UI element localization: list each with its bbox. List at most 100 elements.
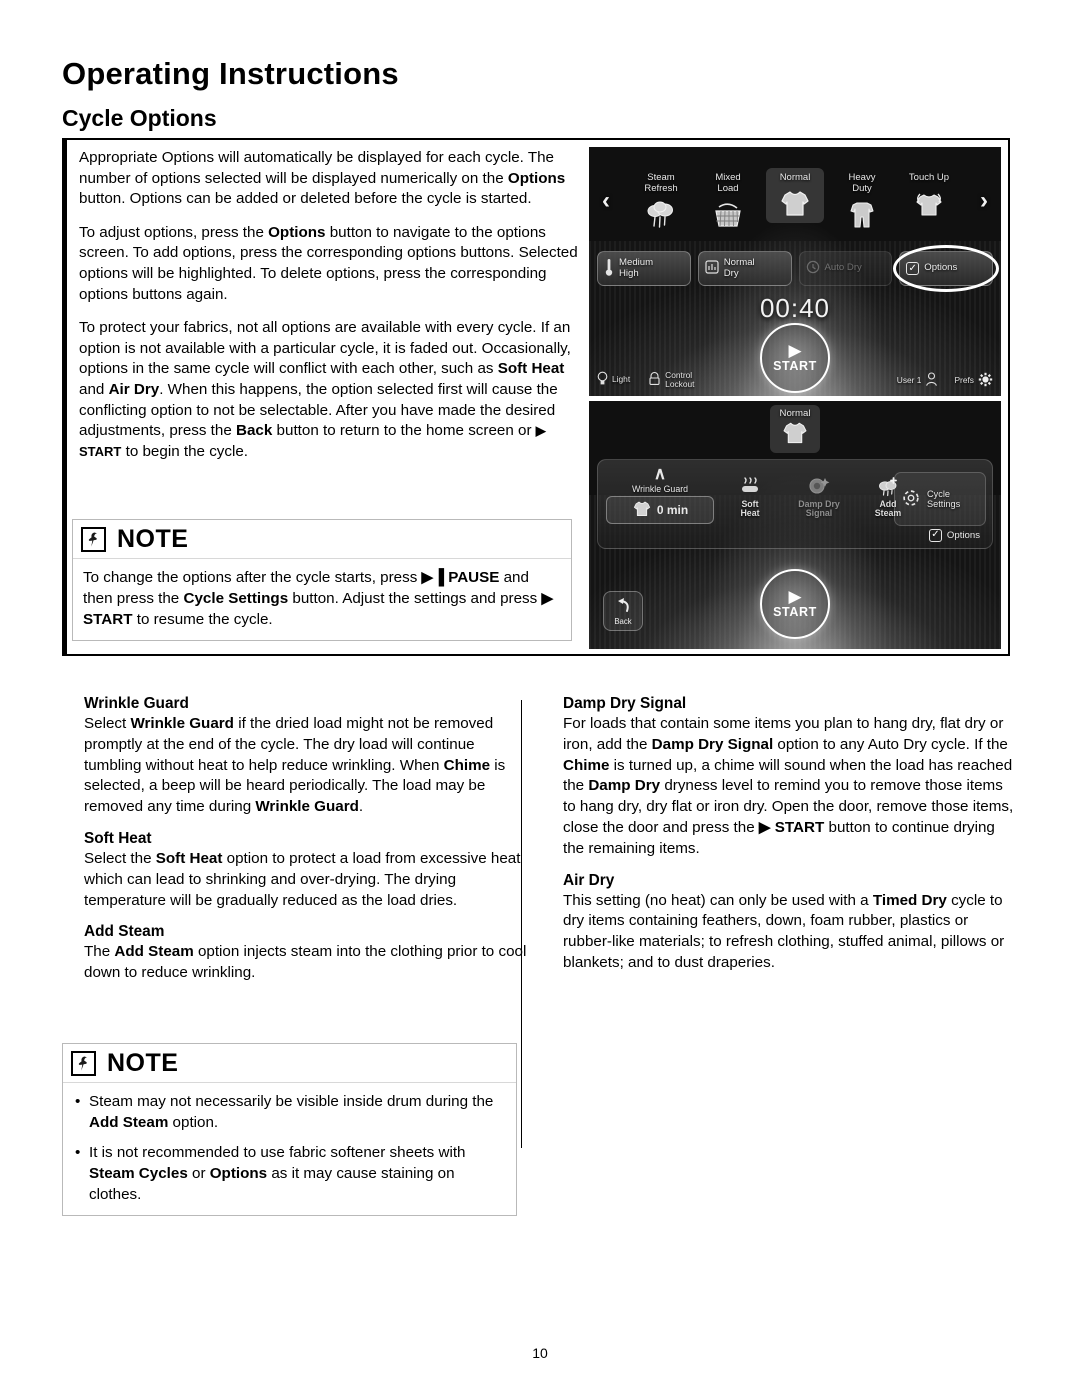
cycle-steam-refresh[interactable]: Steam Refresh (632, 168, 690, 234)
bold-term: ▶ START (758, 818, 825, 836)
control-lockout-button[interactable]: Control Lockout (648, 370, 695, 389)
bold-term: Options (507, 169, 566, 187)
text-run: to begin the cycle. (121, 442, 249, 460)
section-title: Cycle Options (62, 105, 217, 131)
option-label: Damp Dry Signal (798, 498, 840, 519)
user-profile-button[interactable]: User 1 (896, 371, 939, 389)
options-indicator[interactable]: ✓ Options (928, 528, 980, 542)
wrinkle-guard-value-box[interactable]: 0 min (606, 495, 714, 524)
cycle-list: Steam Refresh Mixed Load Normal Heavy Du… (632, 168, 958, 234)
intro-paragraph-2: To adjust options, press the Options but… (79, 223, 591, 305)
bold-term: Wrinkle Guard (130, 715, 234, 732)
bold-term: Chime (443, 756, 491, 774)
option-buttons: Soft Heat Damp Dry Signal Add Steam (720, 472, 918, 519)
note-box-steam: NOTE Steam may not necessarily be visibl… (62, 1043, 517, 1216)
auto-dry-button[interactable]: Auto Dry (798, 251, 893, 286)
tshirt-icon (768, 185, 822, 221)
chevron-right-icon[interactable]: › (973, 189, 995, 213)
bulb-icon (597, 371, 608, 388)
status-label: User 1 (896, 374, 922, 385)
selected-cycle-chip[interactable]: Normal (769, 404, 821, 453)
start-label: START (773, 605, 817, 619)
prefs-button[interactable]: Prefs (954, 372, 993, 389)
status-right-group: User 1 Prefs (896, 371, 993, 389)
bold-term: Options (209, 1165, 268, 1182)
cycle-normal[interactable]: Normal (766, 168, 824, 223)
selected-cycle-label: Normal (779, 407, 811, 419)
laundry-basket-icon (701, 196, 755, 232)
text-run: Select (84, 715, 131, 732)
start-button[interactable]: ▶ START (760, 569, 830, 639)
note-paragraph: To change the options after the cycle st… (83, 567, 561, 630)
soft-heat-option[interactable]: Soft Heat (720, 472, 780, 519)
subsection-heading: Damp Dry Signal (563, 695, 687, 712)
intro-paragraph-1: Appropriate Options will automatically b… (79, 148, 591, 210)
cycle-settings-button[interactable]: Cycle Settings (894, 471, 986, 526)
temperature-button[interactable]: Medium High (597, 251, 691, 286)
subsection-paragraph: The Add Steam option injects steam into … (84, 942, 536, 984)
note-body: To change the options after the cycle st… (73, 559, 571, 640)
display-options-screen: Normal ∧ Wrinkle Guard 0 min Soft Heat D… (589, 400, 1001, 649)
note-title: NOTE (117, 525, 189, 553)
cycle-label: Normal (779, 172, 811, 183)
manual-page: Operating Instructions Cycle Options App… (0, 0, 1080, 1397)
chevron-left-icon[interactable]: ‹ (595, 189, 617, 213)
bold-term: Options (268, 223, 326, 241)
cycle-label: Touch Up (908, 172, 950, 183)
lock-icon (648, 371, 661, 388)
bold-term: Damp Dry Signal (651, 735, 774, 753)
damp-dry-signal-option[interactable]: Damp Dry Signal (789, 472, 849, 519)
wrinkle-guard-value: 0 min (656, 502, 689, 517)
checkbox-icon: ✓ (928, 528, 942, 542)
chevron-up-icon[interactable]: ∧ (606, 465, 714, 482)
text-run: It is not recommended to use fabric soft… (89, 1144, 466, 1161)
text-run: To adjust options, press the (79, 223, 269, 241)
wrinkle-guard-control[interactable]: ∧ Wrinkle Guard 0 min (606, 465, 714, 524)
coveralls-icon (835, 196, 889, 232)
right-text-column: Damp Dry Signal For loads that contain so… (563, 695, 1015, 986)
cycle-touch-up[interactable]: Touch Up (900, 168, 958, 223)
cycle-time-display: 00:40 (759, 293, 831, 323)
light-button[interactable]: Light (597, 371, 630, 389)
subsection-paragraph: For loads that contain some items you pl… (563, 714, 1015, 860)
settings-button-row: Medium High Normal Dry Auto Dry ✓ Option… (597, 245, 999, 292)
cycle-heavy-duty[interactable]: Heavy Duty (833, 168, 891, 234)
section-list-left: Wrinkle Guard Select Wrinkle Guard if the… (84, 695, 536, 984)
user-icon (925, 371, 938, 389)
options-button[interactable]: ✓ Options (893, 245, 999, 292)
text-run: The (84, 943, 115, 961)
options-label: Options (946, 529, 980, 541)
cycle-label: Heavy Duty (848, 172, 876, 194)
cycle-mixed-load[interactable]: Mixed Load (699, 168, 757, 234)
note-title: NOTE (107, 1049, 179, 1077)
subsection-paragraph: This setting (no heat) can only be used … (563, 891, 1015, 974)
display-home-screen: ‹ Steam Refresh Mixed Load Normal Heavy … (589, 147, 1001, 396)
text-run: button to return to the home screen or (272, 422, 536, 440)
intro-paragraph-3: To protect your fabrics, not all options… (79, 318, 591, 462)
bold-term: Air Dry (108, 380, 160, 398)
bold-term: Back (236, 422, 273, 440)
gear-icon (978, 372, 993, 389)
clock-icon (806, 260, 820, 278)
checkbox-icon: ✓ (906, 262, 920, 275)
bold-term: Add Steam (89, 1114, 169, 1131)
page-number: 10 (532, 1345, 548, 1361)
pause-inline-label: ▶▐ PAUSE (421, 569, 500, 586)
dryness-icon (705, 260, 719, 278)
bold-term: Wrinkle Guard (255, 798, 359, 816)
text-run: Steam may not necessarily be visible ins… (89, 1093, 494, 1110)
text-run: button. Options can be added or deleted … (79, 190, 532, 208)
subsection-paragraph: Select the Soft Heat option to protect a… (84, 849, 536, 911)
tshirt-icon (632, 499, 652, 521)
bold-term: Add Steam (114, 943, 194, 961)
back-button[interactable]: Back (603, 591, 643, 631)
bold-term: Soft Heat (497, 360, 565, 378)
steam-cloud-icon (634, 196, 688, 232)
bold-term: Chime (563, 756, 610, 774)
intro-text-column: Appropriate Options will automatically b… (79, 148, 591, 475)
text-run: to resume the cycle. (132, 611, 273, 628)
control-panel-figures: ‹ Steam Refresh Mixed Load Normal Heavy … (589, 147, 1001, 649)
soft-heat-icon (720, 472, 780, 500)
dryness-button[interactable]: Normal Dry (697, 251, 792, 286)
bold-term: Steam Cycles (89, 1165, 188, 1182)
